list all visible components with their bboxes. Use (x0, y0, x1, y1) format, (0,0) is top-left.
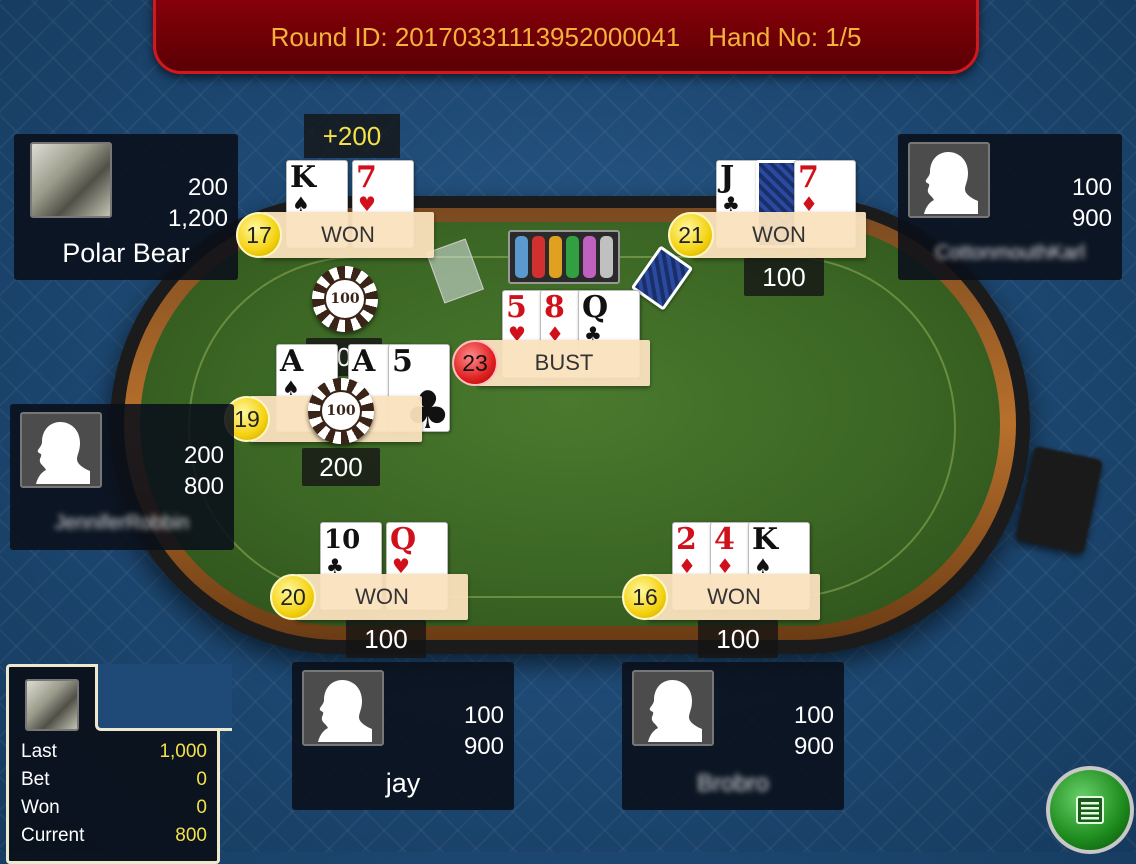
result-label: WON (707, 584, 761, 609)
player-name: Polar Bear (62, 238, 190, 268)
bet-amount: 100 (698, 620, 778, 658)
round-banner: Round ID: 20170331113952000041 Hand No: … (153, 0, 979, 74)
chip-value: 100 (320, 390, 362, 432)
player-balance: 900 (1071, 205, 1112, 232)
player-panel-jenniferrobbin[interactable]: 200 800 JenniferRobbin (10, 404, 234, 550)
dealer-total-badge: 23 (452, 340, 498, 386)
silhouette-icon (908, 142, 990, 218)
player-panel-cottonmouthkarl[interactable]: 100 900 CottonmouthKarl (898, 134, 1122, 280)
bet-value: 0 (196, 769, 207, 790)
panel-notch (95, 664, 232, 731)
chip: 100 (312, 266, 378, 332)
player-panel-brobro[interactable]: 100 900 Brobro (622, 662, 844, 810)
player-balance: 800 (183, 473, 224, 500)
player-bet: 100 (463, 702, 504, 729)
result-label: WON (752, 222, 806, 247)
round-id: Round ID: 20170331113952000041 (270, 21, 681, 52)
won-value: 0 (196, 797, 207, 818)
player-name: Brobro (696, 770, 770, 797)
player-balance: 1,200 (167, 205, 228, 232)
my-stats-panel: Last 1,000 Bet 0 Won 0 Current 800 (6, 664, 232, 864)
bet-amount: 100 (744, 258, 824, 296)
chip: 100 (308, 378, 374, 444)
dealer-result-bar: BUST (478, 340, 650, 386)
my-avatar[interactable] (25, 679, 79, 731)
silhouette-icon (632, 670, 714, 746)
last-label: Last (21, 741, 57, 762)
hand-total-badge: 16 (622, 574, 668, 620)
current-label: Current (21, 825, 85, 846)
result-label: WON (321, 222, 375, 247)
hand-number: Hand No: 1/5 (708, 21, 862, 52)
player-balance: 900 (793, 733, 834, 760)
current-value: 800 (175, 825, 207, 846)
result-bar: WON (692, 212, 866, 258)
bet-label: Bet (21, 769, 50, 790)
player-bet: 200 (183, 442, 224, 469)
result-bar: WON (262, 212, 434, 258)
silhouette-icon (302, 670, 384, 746)
result-bar: WON (648, 574, 820, 620)
bet-amount: 100 (346, 620, 426, 658)
player-bet: 100 (793, 702, 834, 729)
player-panel-jay[interactable]: 100 900 jay (292, 662, 514, 810)
player-bet: 100 (1071, 174, 1112, 201)
hand-total-badge: 20 (270, 574, 316, 620)
player-name: CottonmouthKarl (934, 242, 1086, 264)
menu-list-icon (1076, 796, 1104, 824)
hand-total-badge: 17 (236, 212, 282, 258)
result-bar: WON (296, 574, 468, 620)
player-name: JenniferRobbin (54, 512, 190, 534)
player-name: jay (385, 768, 421, 798)
result-label: BUST (534, 350, 594, 375)
hand-total-badge: 21 (668, 212, 714, 258)
menu-button[interactable] (1046, 766, 1134, 854)
won-label: Won (21, 797, 60, 818)
last-value: 1,000 (159, 741, 207, 762)
chip-value: 100 (324, 278, 366, 320)
player-bet: 200 (187, 174, 228, 201)
win-amount: +200 (304, 114, 400, 158)
chip-tray (508, 230, 620, 284)
bet-amount: 200 (302, 448, 380, 486)
silhouette-icon (20, 412, 102, 488)
player-panel-polar-bear[interactable]: 200 1,200 Polar Bear (14, 134, 238, 280)
player-balance: 900 (463, 733, 504, 760)
result-label: WON (355, 584, 409, 609)
avatar (30, 142, 112, 218)
